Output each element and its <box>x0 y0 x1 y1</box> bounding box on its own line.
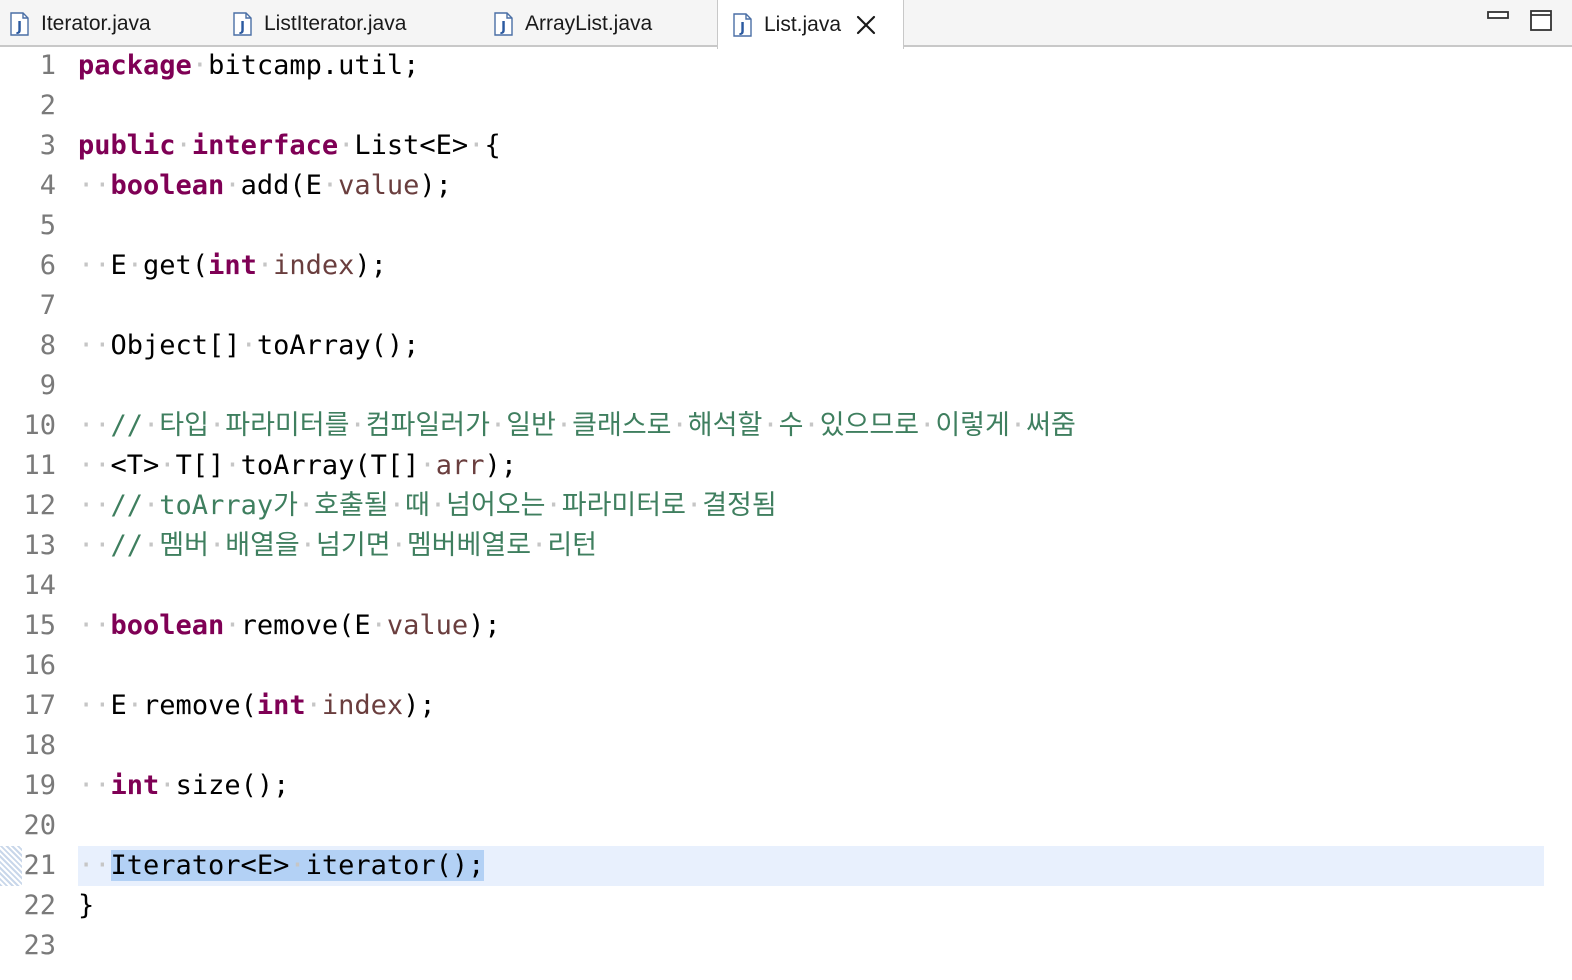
line-number: 3 <box>39 130 56 161</box>
code-text: public·interface·List<E>·{ <box>78 130 501 161</box>
line-number: 7 <box>39 290 56 321</box>
line-number: 11 <box>23 450 56 481</box>
code-editor[interactable]: 1 package·bitcamp.util; 2 3 public·interface… <box>0 47 1572 980</box>
java-file-icon: J <box>494 11 513 36</box>
code-line[interactable]: 6 ··E·get(int·index); <box>0 246 1572 286</box>
line-number: 19 <box>23 770 56 801</box>
code-text: ··boolean·add(E·value); <box>78 170 452 201</box>
java-file-icon: J <box>10 11 29 36</box>
code-line[interactable]: 8 ··Object[]·toArray(); <box>0 326 1572 366</box>
code-line[interactable]: 14 <box>0 566 1572 606</box>
java-file-icon: J <box>733 12 752 37</box>
tab-label: ArrayList.java <box>525 11 653 35</box>
close-icon[interactable] <box>855 14 877 36</box>
code-line[interactable]: 21 ··Iterator<E>·iterator(); <box>0 846 1572 886</box>
minimize-icon[interactable] <box>1486 8 1510 32</box>
tab-list-java[interactable]: J List.java <box>717 0 904 49</box>
line-number: 5 <box>39 210 56 241</box>
code-text: package·bitcamp.util; <box>78 50 420 81</box>
code-line[interactable]: 19 ··int·size(); <box>0 766 1572 806</box>
line-number: 12 <box>23 490 56 521</box>
code-text: ··Iterator<E>·iterator(); <box>78 850 485 881</box>
code-text: ··E·get(int·index); <box>78 250 387 281</box>
line-number: 10 <box>23 410 56 441</box>
code-line[interactable]: 3 public·interface·List<E>·{ <box>0 126 1572 166</box>
code-line[interactable]: 12 ··//·toArray가·호출될·때·넘어오는·파라미터로·결정됨 <box>0 486 1572 526</box>
code-line[interactable]: 11 ··<T>·T[]·toArray(T[]·arr); <box>0 446 1572 486</box>
code-text: ··//·toArray가·호출될·때·넘어오는·파라미터로·결정됨 <box>78 490 777 521</box>
code-line[interactable]: 15 ··boolean·remove(E·value); <box>0 606 1572 646</box>
maximize-icon[interactable] <box>1529 8 1553 32</box>
line-number: 18 <box>23 730 56 761</box>
line-number: 20 <box>23 810 56 841</box>
line-number: 22 <box>23 890 56 921</box>
code-line[interactable]: 20 <box>0 806 1572 846</box>
java-file-icon: J <box>233 11 252 36</box>
code-line[interactable]: 18 <box>0 726 1572 766</box>
code-text: ··Object[]·toArray(); <box>78 330 420 361</box>
tab-iterator-java[interactable]: J Iterator.java <box>10 0 151 47</box>
line-number: 21 <box>23 850 56 881</box>
code-line[interactable]: 2 <box>0 86 1572 126</box>
code-line[interactable]: 4 ··boolean·add(E·value); <box>0 166 1572 206</box>
code-line[interactable]: 13 ··//·멤버·배열을·넘기면·멤버베열로·리턴 <box>0 526 1572 566</box>
svg-text:J: J <box>739 21 745 36</box>
line-number: 13 <box>23 530 56 561</box>
tab-arraylist-java[interactable]: J ArrayList.java <box>494 0 652 47</box>
line-number: 16 <box>23 650 56 681</box>
code-line[interactable]: 5 <box>0 206 1572 246</box>
code-text: ··E·remove(int·index); <box>78 690 436 721</box>
tab-label: List.java <box>764 12 842 36</box>
code-text: ··<T>·T[]·toArray(T[]·arr); <box>78 450 517 481</box>
code-line[interactable]: 17 ··E·remove(int·index); <box>0 686 1572 726</box>
line-number: 6 <box>39 250 56 281</box>
code-text: ··int·size(); <box>78 770 290 801</box>
line-number: 23 <box>23 930 56 961</box>
tab-listiterator-java[interactable]: J ListIterator.java <box>233 0 406 47</box>
code-line[interactable]: 22} <box>0 886 1572 926</box>
svg-text:J: J <box>239 20 245 35</box>
code-line[interactable]: 9 <box>0 366 1572 406</box>
line-number: 2 <box>39 90 56 121</box>
line-number: 8 <box>39 330 56 361</box>
svg-text:J: J <box>16 20 22 35</box>
code-text: ··boolean·remove(E·value); <box>78 610 501 641</box>
code-text: ··//·타입·파라미터를·컴파일러가·일반·클래스로·해석할·수·있으므로·이… <box>78 410 1076 441</box>
line-number: 4 <box>39 170 56 201</box>
code-line[interactable]: 7 <box>0 286 1572 326</box>
tab-label: Iterator.java <box>41 11 151 35</box>
selected-text: Iterator<E>·iterator(); <box>110 850 485 881</box>
code-line[interactable]: 1 package·bitcamp.util; <box>0 46 1572 86</box>
code-line[interactable]: 23 <box>0 926 1572 966</box>
line-number: 9 <box>39 370 56 401</box>
line-number: 1 <box>39 50 56 81</box>
code-text: ··//·멤버·배열을·넘기면·멤버베열로·리턴 <box>78 530 597 561</box>
line-number: 14 <box>23 570 56 601</box>
line-number: 17 <box>23 690 56 721</box>
line-number: 15 <box>23 610 56 641</box>
editor-window: J Iterator.java J ListIterator.java J Ar… <box>0 0 1572 980</box>
code-line[interactable]: 16 <box>0 646 1572 686</box>
code-text: } <box>78 890 95 921</box>
code-line[interactable]: 10 ··//·타입·파라미터를·컴파일러가·일반·클래스로·해석할·수·있으므로… <box>0 406 1572 446</box>
editor-tab-bar: J Iterator.java J ListIterator.java J Ar… <box>0 0 1572 49</box>
svg-text:J: J <box>500 20 506 35</box>
tab-label: ListIterator.java <box>264 11 407 35</box>
